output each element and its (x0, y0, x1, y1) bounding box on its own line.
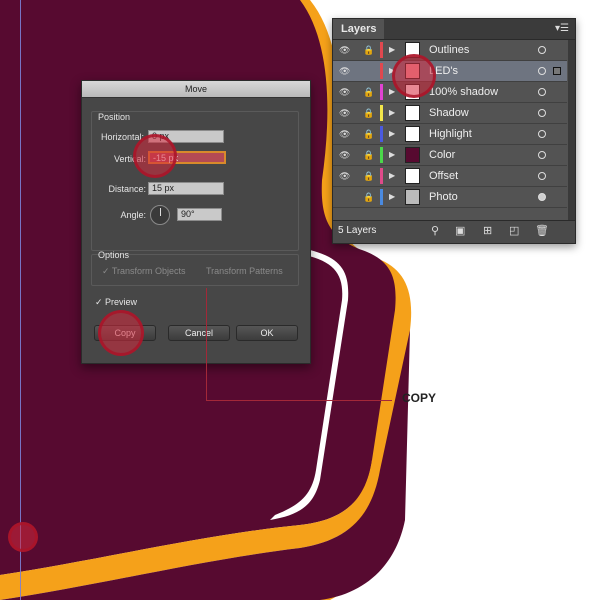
expand-triangle-icon[interactable]: ▶ (389, 103, 395, 123)
layer-color-swatch (380, 189, 383, 205)
transform-objects-checkbox[interactable]: ✓ Transform Objects (102, 266, 186, 277)
layer-name[interactable]: Photo (429, 187, 458, 207)
layer-color-swatch (380, 63, 383, 79)
lock-icon[interactable]: 🔒 (363, 187, 374, 207)
target-circle-icon[interactable] (538, 151, 546, 159)
layer-thumbnail (405, 126, 420, 142)
vertical-guide-line (20, 0, 21, 600)
callout-line-horizontal (206, 400, 392, 401)
lock-icon[interactable]: 🔒 (363, 124, 374, 144)
layer-count: 5 Layers (338, 225, 377, 236)
anchor-point-highlight (8, 522, 38, 552)
layer-name[interactable]: Highlight (429, 124, 472, 144)
layers-scrollbar[interactable] (568, 40, 575, 220)
target-circle-icon[interactable] (538, 46, 546, 54)
lock-icon[interactable]: 🔒 (363, 166, 374, 186)
lock-icon[interactable]: 🔒 (363, 40, 374, 60)
layer-color-swatch (380, 147, 383, 163)
layer-thumbnail (405, 168, 420, 184)
layers-list: 👁🔒▶Outlines👁▶LED's👁🔒▶100% shadow👁🔒▶Shado… (333, 40, 575, 220)
layers-panel-footer: 5 Layers ⚲ ▣ ⊞ ◰ 🗑 (333, 220, 575, 243)
layer-color-swatch (380, 168, 383, 184)
layers-panel-header: Layers ▾☰ (333, 19, 575, 40)
layer-row[interactable]: 👁 🔒 ▶ 100% shadow (333, 82, 567, 103)
layer-color-swatch (380, 126, 383, 142)
panel-menu-icon[interactable]: ▾☰ (555, 23, 569, 34)
leds-layer-highlight (392, 54, 436, 98)
expand-triangle-icon[interactable]: ▶ (389, 124, 395, 144)
locate-object-icon[interactable]: ⚲ (431, 224, 439, 237)
layer-thumbnail (405, 147, 420, 163)
copy-callout-label: COPY (402, 391, 437, 405)
distance-field[interactable]: 15 px (148, 182, 224, 195)
layer-name[interactable]: Outlines (429, 40, 469, 60)
distance-label: Distance: (108, 184, 146, 194)
layer-name[interactable]: Offset (429, 166, 458, 186)
expand-triangle-icon[interactable]: ▶ (389, 40, 395, 60)
angle-label: Angle: (120, 210, 146, 220)
target-circle-icon[interactable] (538, 130, 546, 138)
target-circle-icon[interactable] (538, 67, 546, 75)
lock-icon[interactable]: 🔒 (363, 145, 374, 165)
target-circle-icon[interactable] (538, 109, 546, 117)
visibility-eye-icon[interactable]: 👁 (339, 103, 350, 123)
layer-row[interactable]: 👁 🔒 ▶ Outlines (333, 40, 567, 61)
selection-square-icon[interactable] (553, 67, 561, 75)
horizontal-label: Horizontal: (100, 132, 144, 142)
layer-row[interactable]: 👁▶LED's (333, 61, 567, 82)
layer-row[interactable]: 🔒 ▶ Photo (333, 187, 567, 208)
cancel-button[interactable]: Cancel (168, 325, 230, 341)
layers-tab[interactable]: Layers (333, 19, 385, 39)
target-circle-icon[interactable] (538, 172, 546, 180)
expand-triangle-icon[interactable]: ▶ (389, 166, 395, 186)
options-label: Options (98, 250, 130, 260)
ok-button[interactable]: OK (236, 325, 298, 341)
move-dialog-title: Move (82, 81, 310, 98)
visibility-eye-icon[interactable]: 👁 (339, 166, 350, 186)
lock-icon[interactable]: 🔒 (363, 82, 374, 102)
position-label: Position (98, 112, 131, 122)
layer-color-swatch (380, 84, 383, 100)
layer-name[interactable]: Shadow (429, 103, 469, 123)
visibility-eye-icon[interactable]: 👁 (339, 61, 350, 81)
make-clipping-mask-icon[interactable]: ▣ (455, 224, 465, 237)
visibility-eye-icon[interactable]: 👁 (339, 82, 350, 102)
layer-row[interactable]: 👁 🔒 ▶ Color (333, 145, 567, 166)
visibility-eye-icon[interactable]: 👁 (339, 40, 350, 60)
layer-row[interactable]: 👁 🔒 ▶ Shadow (333, 103, 567, 124)
expand-triangle-icon[interactable]: ▶ (389, 145, 395, 165)
vertical-field-highlight (133, 134, 177, 178)
visibility-eye-icon[interactable]: 👁 (339, 124, 350, 144)
copy-button-highlight (98, 310, 144, 356)
layer-color-swatch (380, 105, 383, 121)
angle-dial-icon[interactable] (150, 205, 170, 225)
create-new-layer-icon[interactable]: ◰ (509, 224, 519, 237)
lock-icon[interactable]: 🔒 (363, 103, 374, 123)
layer-thumbnail (405, 105, 420, 121)
visibility-eye-icon[interactable]: 👁 (339, 145, 350, 165)
create-sublayer-icon[interactable]: ⊞ (483, 224, 492, 237)
layer-color-swatch (380, 42, 383, 58)
angle-field[interactable]: 90° (177, 208, 222, 221)
transform-patterns-checkbox[interactable]: Transform Patterns (206, 266, 283, 276)
layer-name[interactable]: 100% shadow (429, 82, 498, 102)
layer-name[interactable]: Color (429, 145, 455, 165)
callout-line-vertical (206, 288, 207, 401)
layers-panel: Layers ▾☰ 👁🔒▶Outlines👁▶LED's👁🔒▶100% shad… (332, 18, 576, 244)
target-circle-icon[interactable] (538, 193, 546, 201)
layer-thumbnail (405, 189, 420, 205)
layer-row[interactable]: 👁 🔒 ▶ Offset (333, 166, 567, 187)
expand-triangle-icon[interactable]: ▶ (389, 187, 395, 207)
delete-layer-icon[interactable]: 🗑 (535, 224, 549, 237)
target-circle-icon[interactable] (538, 88, 546, 96)
layer-row[interactable]: 👁 🔒 ▶ Highlight (333, 124, 567, 145)
preview-checkbox[interactable]: ✓ Preview (95, 297, 137, 308)
